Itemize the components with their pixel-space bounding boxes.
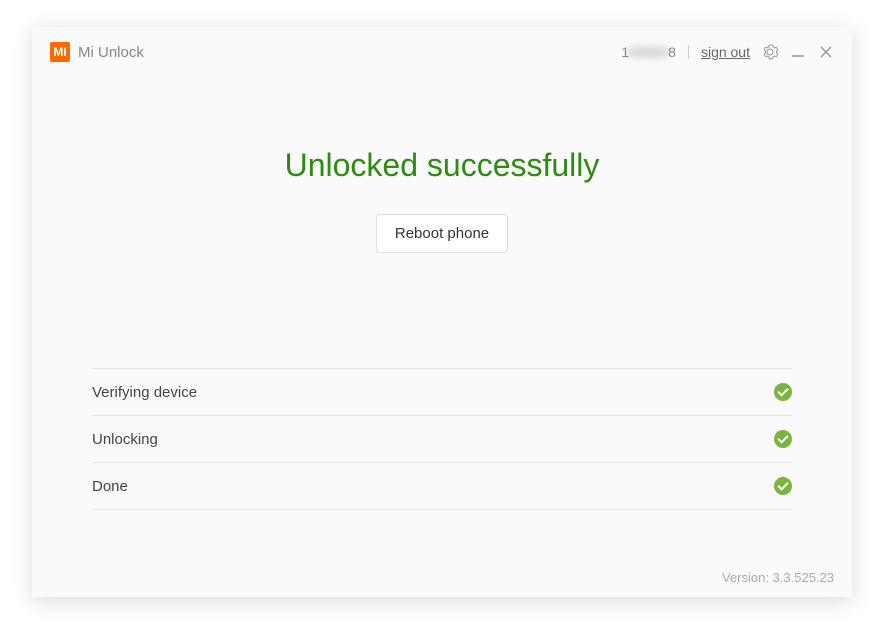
app-title: Mi Unlock xyxy=(78,44,144,61)
divider xyxy=(688,45,689,59)
status-headline: Unlocked successfully xyxy=(285,147,600,184)
step-unlocking: Unlocking xyxy=(92,415,792,462)
settings-gear-icon[interactable] xyxy=(762,44,778,60)
step-verifying: Verifying device xyxy=(92,368,792,415)
reboot-phone-button[interactable]: Reboot phone xyxy=(376,214,508,253)
account-suffix: 8 xyxy=(668,44,676,60)
main-content: Unlocked successfully Reboot phone Verif… xyxy=(32,77,852,597)
close-icon[interactable] xyxy=(818,44,834,60)
titlebar: MI Mi Unlock 1000008 sign out xyxy=(32,27,852,77)
account-redacted: 00000 xyxy=(629,44,668,60)
step-done: Done xyxy=(92,462,792,510)
check-icon xyxy=(774,477,792,495)
version-value: 3.3.525.23 xyxy=(773,570,834,585)
progress-steps: Verifying device Unlocking Done xyxy=(32,368,852,510)
step-label: Verifying device xyxy=(92,384,197,401)
check-icon xyxy=(774,383,792,401)
step-label: Done xyxy=(92,478,128,495)
titlebar-left: MI Mi Unlock xyxy=(50,42,144,62)
account-id: 1000008 xyxy=(621,44,676,60)
check-icon xyxy=(774,430,792,448)
mi-logo-icon: MI xyxy=(50,42,70,62)
version-prefix: Version: xyxy=(722,570,773,585)
sign-out-link[interactable]: sign out xyxy=(701,44,750,60)
app-window: MI Mi Unlock 1000008 sign out Un xyxy=(32,27,852,597)
step-label: Unlocking xyxy=(92,431,158,448)
titlebar-right: 1000008 sign out xyxy=(621,44,834,60)
minimize-icon[interactable] xyxy=(790,44,806,60)
version-label: Version: 3.3.525.23 xyxy=(722,570,834,585)
window-controls xyxy=(762,44,834,60)
